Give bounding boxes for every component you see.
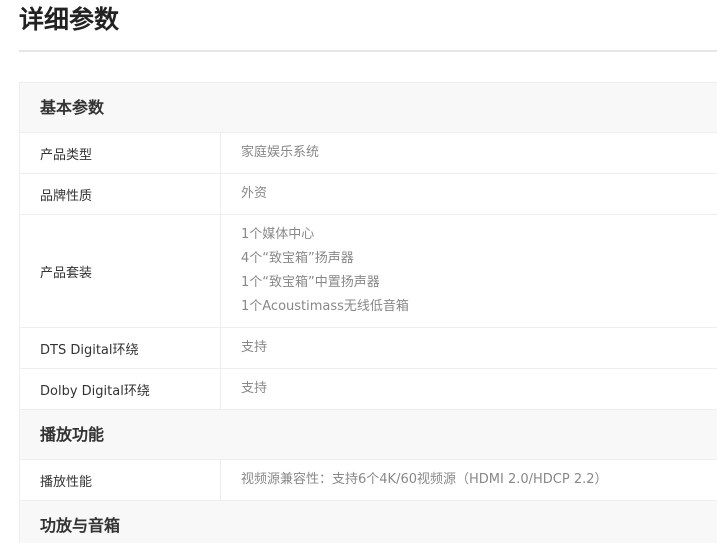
- spec-label: 播放性能: [20, 460, 221, 500]
- spec-row-package: 产品套装 1个媒体中心 4个“致宝箱”扬声器 1个“致宝箱”中置扬声器 1个Ac…: [20, 215, 717, 328]
- spec-value: 视频源兼容性：支持6个4K/60视频源（HDMI 2.0/HDCP 2.2）: [221, 460, 717, 500]
- page-title: 详细参数: [19, 5, 120, 34]
- spec-row-dts: DTS Digital环绕 支持: [20, 328, 717, 369]
- spec-label: 品牌性质: [20, 174, 221, 214]
- spec-table: 基本参数 产品类型 家庭娱乐系统 品牌性质 外资 产品套装 1个媒体中心 4个“…: [19, 82, 717, 543]
- spec-label: DTS Digital环绕: [20, 328, 221, 368]
- spec-value: 支持: [221, 369, 717, 409]
- spec-value-line: 支持: [241, 381, 268, 396]
- spec-row-dolby: Dolby Digital环绕 支持: [20, 369, 717, 410]
- section-header-amp-speakers: 功放与音箱: [20, 501, 717, 543]
- spec-value: 家庭娱乐系统: [221, 133, 717, 173]
- spec-page: 详细参数 基本参数 产品类型 家庭娱乐系统 品牌性质 外资 产品套装 1个媒体中…: [0, 0, 717, 543]
- spec-value: 1个媒体中心 4个“致宝箱”扬声器 1个“致宝箱”中置扬声器 1个Acousti…: [221, 215, 717, 327]
- title-divider: [19, 50, 717, 52]
- spec-value-line: 4个“致宝箱”扬声器: [241, 251, 354, 266]
- spec-value: 支持: [221, 328, 717, 368]
- spec-value-line: 外资: [241, 186, 268, 201]
- spec-value-line: 1个“致宝箱”中置扬声器: [241, 275, 380, 290]
- spec-value-line: 1个媒体中心: [241, 227, 315, 242]
- spec-value: 外资: [221, 174, 717, 214]
- spec-label: Dolby Digital环绕: [20, 369, 221, 409]
- spec-label: 产品类型: [20, 133, 221, 173]
- spec-label: 产品套装: [20, 215, 221, 327]
- spec-value-line: 支持: [241, 340, 268, 355]
- spec-row-product-type: 产品类型 家庭娱乐系统: [20, 133, 717, 174]
- spec-value-line: 家庭娱乐系统: [241, 145, 320, 160]
- spec-value-line: 1个Acoustimass无线低音箱: [241, 299, 409, 314]
- spec-value-line: 视频源兼容性：支持6个4K/60视频源（HDMI 2.0/HDCP 2.2）: [241, 472, 608, 487]
- section-header-basic: 基本参数: [20, 83, 717, 133]
- spec-row-brand-nature: 品牌性质 外资: [20, 174, 717, 215]
- spec-row-playback-performance: 播放性能 视频源兼容性：支持6个4K/60视频源（HDMI 2.0/HDCP 2…: [20, 460, 717, 501]
- section-header-playback: 播放功能: [20, 410, 717, 460]
